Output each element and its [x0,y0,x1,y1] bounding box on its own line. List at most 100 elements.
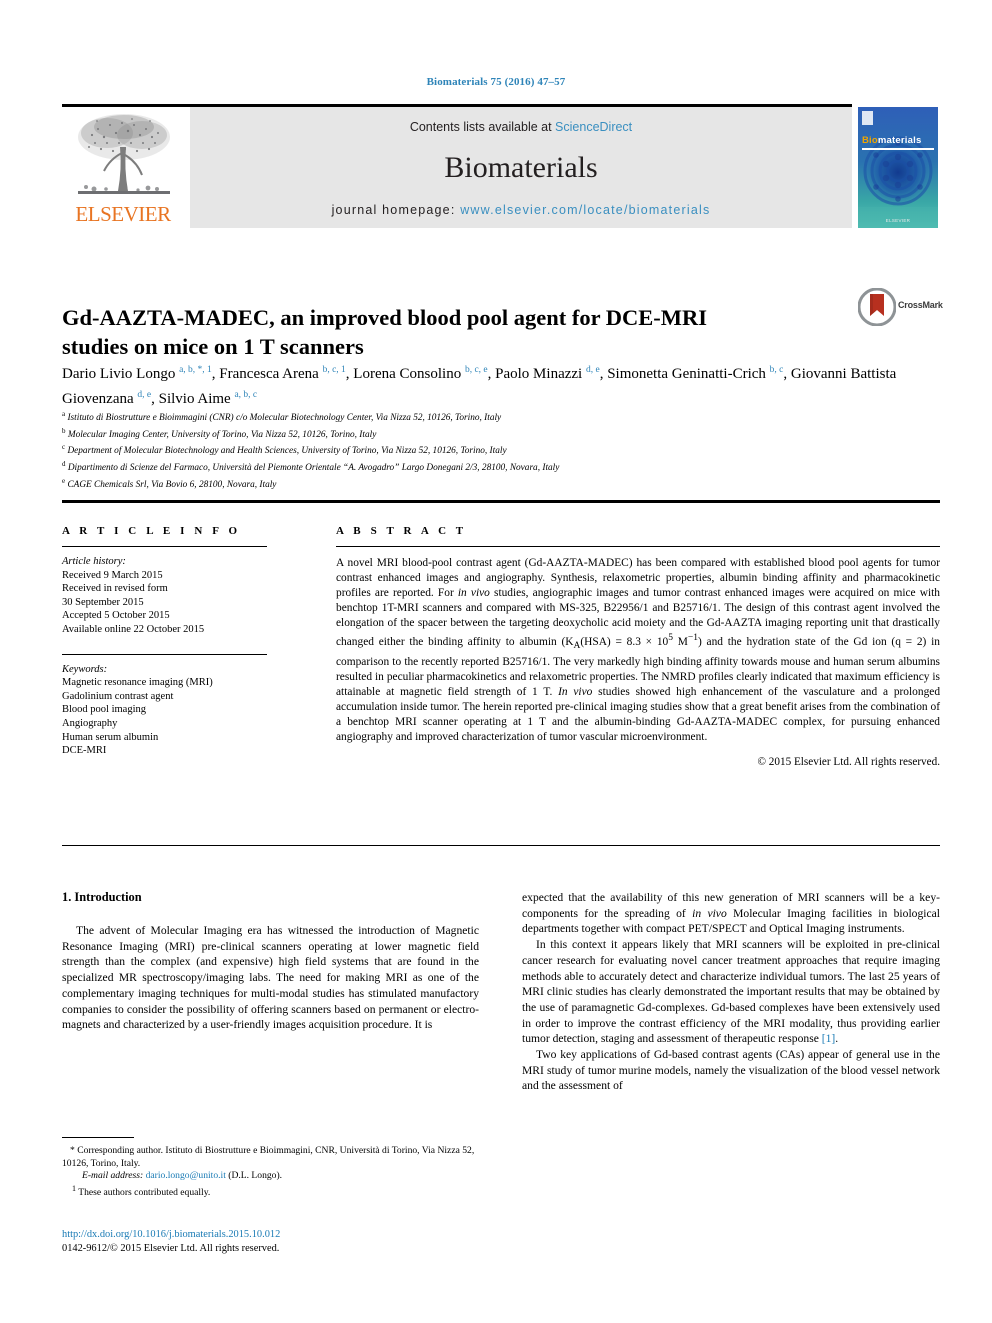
abstract-rule [336,546,940,547]
cover-footer-text: ELSEVIER [885,218,911,223]
issn-copyright-line: 0142-9612/© 2015 Elsevier Ltd. All right… [62,1243,280,1254]
abstract-copyright: © 2015 Elsevier Ltd. All rights reserved… [757,756,941,769]
cover-title: Biomaterials [862,135,921,146]
affiliation-list: a Istituto di Biostrutture e Bioimmagini… [62,408,942,491]
abstract-bottom-rule [62,845,940,846]
affiliation-mark: e [62,476,66,485]
page-title: Gd-AAZTA-MADEC, an improved blood pool a… [62,305,708,360]
keywords-label: Keywords: [62,663,108,675]
citation-link[interactable]: [1] [822,1032,836,1045]
footnote-rule [62,1137,134,1138]
article-history-item: Accepted 5 October 2015 [62,610,170,622]
article-info-heading: A R T I C L E I N F O [62,525,241,537]
cover-publisher-badge [862,111,873,125]
keywords-block: Keywords: Magnetic resonance imaging (MR… [62,663,272,758]
keyword-item: Blood pool imaging [62,704,146,716]
affiliation-item: c Department of Molecular Biotechnology … [62,441,942,458]
abstract-part-3: (HSA) = 8.3 × 10 [580,636,669,649]
article-history-item: Available online 22 October 2015 [62,623,205,635]
journal-homepage-line: journal homepage: www.elsevier.com/locat… [190,203,852,217]
abstract-section: A B S T R A C T A novel MRI blood-pool c… [336,525,940,768]
keyword-item: DCE-MRI [62,745,107,757]
masthead: ELSEVIER Contents lists available at Sci… [62,107,852,228]
article-history-label: Article history: [62,556,126,567]
affiliation-item: e CAGE Chemicals Srl, Via Bovio 6, 28100… [62,475,942,492]
footnote-block: * Corresponding author. Istituto di Bios… [62,1145,479,1200]
journal-title: Biomaterials [444,151,598,184]
sciencedirect-link[interactable]: ScienceDirect [555,120,632,134]
journal-cover-thumbnail: Biomaterials ELSEVIER [858,107,938,228]
affiliation-mark: c [62,443,66,452]
article-history: Article history: Received 9 March 2015 R… [62,555,272,637]
masthead-box: Contents lists available at ScienceDirec… [190,107,852,228]
author-item: Francesca Arena b, c, 1, [219,365,354,382]
author-affil-marks: a, b, *, 1 [179,365,212,375]
contents-prefix: Contents lists available at [409,120,556,134]
keyword-item: Human serum albumin [62,731,159,743]
abstract-italic-1: in vivo [457,587,490,600]
homepage-prefix: journal homepage: [331,203,461,217]
article-info-rule [62,546,267,547]
equal-contribution-note: 1 These authors contributed equally. [62,1183,479,1200]
author-affil-marks: b, c, e [464,365,488,375]
author-item: Lorena Consolino b, c, e, [353,365,496,382]
corresponding-author-note: * Corresponding author. Istituto di Bios… [62,1145,475,1169]
body-paragraph: expected that the availability of this n… [522,891,940,936]
affiliation-text: CAGE Chemicals Srl, Via Bovio 6, 28100, … [67,479,277,490]
author-affil-marks: b, c, 1 [322,365,346,375]
contents-available-line: Contents lists available at ScienceDirec… [190,120,852,134]
keyword-item: Magnetic resonance imaging (MRI) [62,677,213,689]
inline-italic: in vivo [692,906,727,920]
author-affil-marks: d, e [585,365,600,375]
affiliation-item: a Istituto di Biostrutture e Bioimmagini… [62,408,942,425]
keywords-rule [62,653,267,655]
abstract-superscript-m1: −1 [687,633,698,644]
body-paragraph: In this context it appears likely that M… [522,938,940,1046]
cover-title-prefix: Bio [862,135,878,146]
email-suffix: (D.L. Longo). [225,1170,283,1182]
article-history-item: Received 9 March 2015 [62,569,163,581]
keyword-item: Gadolinium contrast agent [62,690,174,702]
body-paragraph: The advent of Molecular Imaging era has … [62,924,479,1032]
article-history-item: Received in revised form [62,583,168,595]
footer-block: http://dx.doi.org/10.1016/j.biomaterials… [62,1228,479,1256]
author-item: Simonetta Geninatti-Crich b, c, [607,365,791,382]
abstract-part-4: M [673,636,688,649]
affiliation-text: Istituto di Biostrutture e Bioimmagini (… [67,413,502,424]
affiliation-text: Dipartimento di Scienze del Farmaco, Uni… [67,463,560,474]
email-note: E-mail address: dario.longo@unito.it (D.… [62,1170,479,1183]
elsevier-logo: ELSEVIER [62,107,184,228]
body-column-left: 1. Introduction The advent of Molecular … [62,890,479,1033]
crossmark-label: CrossMark [898,300,943,310]
running-head: Biomaterials 75 (2016) 47–57 [426,76,566,88]
journal-article-page: Biomaterials 75 (2016) 47–57 ELSEVIER Co… [0,0,992,1323]
author-item: Paolo Minazzi d, e, [495,365,608,382]
affiliation-mark: b [62,426,66,435]
crossmark-badge[interactable]: CrossMark [857,287,943,328]
section-heading-introduction: 1. Introduction [62,890,142,904]
abstract-text: A novel MRI blood-pool contrast agent (G… [336,556,940,745]
author-item: Dario Livio Longo a, b, *, 1, [62,365,220,382]
affiliation-item: d Dipartimento di Scienze del Farmaco, U… [62,458,942,475]
author-affil-marks: d, e [137,390,152,400]
journal-homepage-link[interactable]: www.elsevier.com/locate/biomaterials [460,203,710,217]
author-list: Dario Livio Longo a, b, *, 1, Francesca … [62,360,942,410]
elsevier-wordmark: ELSEVIER [75,202,171,226]
keyword-item: Angiography [62,717,118,729]
author-affil-marks: b, c [769,365,784,375]
footnote-mark: 1 [72,1183,76,1193]
author-affil-marks: a, b, c [234,390,258,400]
affiliation-item: b Molecular Imaging Center, University o… [62,425,942,442]
abstract-heading: A B S T R A C T [336,525,467,537]
doi-link[interactable]: http://dx.doi.org/10.1016/j.biomaterials… [62,1229,280,1240]
affiliation-mark: d [62,460,66,469]
email-link[interactable]: dario.longo@unito.it [146,1170,226,1181]
cover-title-rule [862,148,934,150]
email-label: E-mail address: [82,1170,144,1182]
abstract-italic-2: In vivo [558,685,593,698]
affiliation-mark: a [62,410,66,418]
body-column-right: expected that the availability of this n… [522,890,940,1094]
article-history-item: 30 September 2015 [62,596,144,608]
affiliation-text: Department of Molecular Biotechnology an… [67,446,507,457]
abstract-top-rule [62,500,940,503]
